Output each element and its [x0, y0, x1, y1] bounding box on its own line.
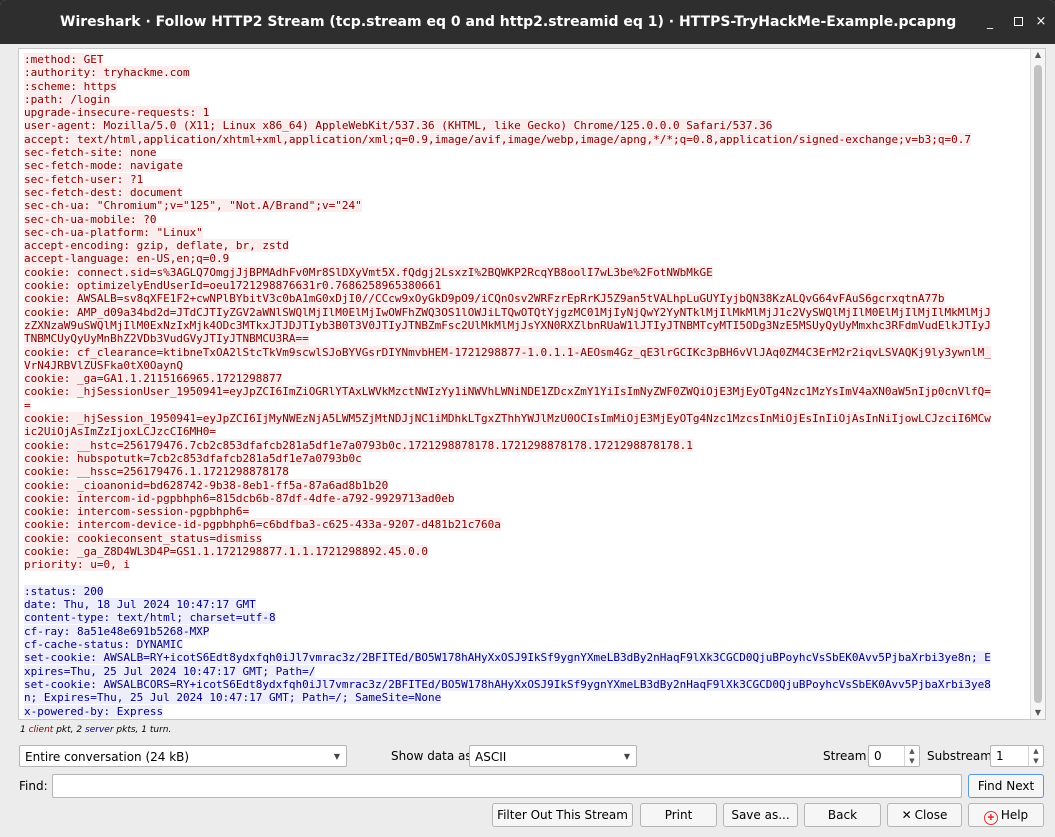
client-text-line: accept: text/html,application/xhtml+xml,…: [24, 132, 972, 146]
substream-value: 1: [996, 749, 1004, 763]
client-text-line: cookie: hubspotutk=7cb2c853dfafcb281a5df…: [24, 451, 362, 465]
server-text-line: date: Thu, 18 Jul 2024 10:47:17 GMT: [24, 598, 256, 612]
client-text-line: cookie: AMP_d09a34bd2d=JTdCJTIyZGV2aWNlS…: [24, 305, 991, 319]
client-text-line: accept-language: en-US,en;q=0.9: [24, 252, 230, 266]
server-text-line: xpires=Thu, 25 Jul 2024 10:47:17 GMT; Pa…: [24, 664, 316, 678]
close-icon: ✕: [901, 808, 912, 822]
spin-arrows-icon[interactable]: ▲ ▼: [1028, 746, 1043, 766]
client-text-line: cookie: _hjSessionUser_1950941=eyJpZCI6I…: [24, 385, 991, 399]
chevron-down-icon: ▼: [623, 752, 630, 761]
client-text-line: sec-ch-ua-mobile: ?0: [24, 212, 157, 226]
chevron-down-icon: ▼: [333, 752, 340, 761]
client-text-line: :authority: tryhackme.com: [24, 66, 190, 80]
client-count: 1: [20, 725, 26, 735]
help-button[interactable]: ✚ Help: [968, 803, 1044, 827]
print-button[interactable]: Print: [640, 803, 717, 827]
client-text-line: sec-fetch-mode: navigate: [24, 159, 183, 173]
server-text-line: n; Expires=Thu, 25 Jul 2024 10:47:17 GMT…: [24, 691, 442, 705]
close-window-icon[interactable]: ×: [1033, 14, 1049, 30]
server-count: 2: [76, 725, 83, 735]
client-text-line: cookie: intercom-session-pgpbhph6=: [24, 505, 250, 519]
close-button-label: Close: [914, 808, 948, 822]
client-text-line: cookie: _cioanonid=bd628742-9b38-8eb1-ff…: [24, 478, 389, 492]
packet-summary: 1 client pkt, 2 server pkts, 1 turn.: [20, 725, 171, 735]
server-text-line: :status: 200: [24, 584, 104, 598]
server-text-line: cf-cache-status: DYNAMIC: [24, 638, 183, 652]
follow-stream-window: Wireshark · Follow HTTP2 Stream (tcp.str…: [0, 0, 1055, 837]
stream-label: Stream: [823, 749, 867, 763]
client-text-line: :path: /login: [24, 92, 111, 106]
client-text-line: :method: GET: [24, 53, 104, 66]
stream-value: 0: [874, 749, 882, 763]
show-data-select[interactable]: ASCII ▼: [469, 745, 637, 767]
client-text-line: cookie: AWSALB=sv8qXFE1F2+cwNPlBYbitV3c0…: [24, 292, 945, 306]
client-text-line: cookie: __hstc=256179476.7cb2c853dfafcb2…: [24, 438, 693, 452]
client-text-line: sec-ch-ua: "Chromium";v="125", "Not.A/Br…: [24, 199, 362, 213]
client-text-line: cookie: _ga=GA1.1.2115166965.1721298877: [24, 372, 283, 386]
conversation-select[interactable]: Entire conversation (24 kB) ▼: [19, 745, 347, 767]
client-pkt-text: pkt,: [56, 725, 74, 735]
substream-label: Substream: [927, 749, 992, 763]
client-text-line: sec-fetch-site: none: [24, 146, 157, 160]
client-text-line: cookie: _hjSession_1950941=eyJpZCI6IjMyN…: [24, 412, 991, 426]
client-text-line: cookie: __hssc=256179476.1.1721298878178: [24, 465, 289, 479]
server-pkts-text: pkts, 1 turn.: [116, 725, 172, 735]
find-input[interactable]: [52, 774, 962, 798]
client-text-line: cookie: cf_clearance=ktibneTxOA2lStcTkVm…: [24, 345, 991, 359]
client-text-line: cookie: _ga_Z8D4WL3D4P=GS1.1.1721298877.…: [24, 544, 428, 558]
maximize-icon[interactable]: [1010, 14, 1026, 30]
client-text-line: cookie: intercom-device-id-pgpbhph6=c6bd…: [24, 518, 501, 532]
client-text-line: cookie: optimizelyEndUserId=oeu172129887…: [24, 279, 442, 293]
server-text-line: cf-ray: 8a51e48e691b5268-MXP: [24, 624, 210, 638]
client-text-line: user-agent: Mozilla/5.0 (X11; Linux x86_…: [24, 119, 773, 133]
help-button-label: Help: [1000, 808, 1029, 822]
vertical-scrollbar[interactable]: ▲ ▼: [1030, 49, 1045, 719]
server-label: server: [85, 725, 114, 735]
client-label: client: [28, 725, 54, 735]
close-button[interactable]: ✕ Close: [887, 803, 962, 827]
client-text-line: TNBMCUyQyUyMnBhZ2VDb3VudGVyJTIyJTNBMCU3R…: [24, 332, 309, 346]
stream-spinbox[interactable]: 0 ▲ ▼: [868, 745, 920, 767]
server-text-line: content-type: text/html; charset=utf-8: [24, 611, 276, 625]
find-label: Find:: [19, 779, 48, 793]
window-title: Wireshark · Follow HTTP2 Stream (tcp.str…: [60, 14, 957, 30]
minimize-icon[interactable]: _: [982, 14, 998, 30]
client-text-line: sec-fetch-dest: document: [24, 185, 183, 199]
client-text-line: accept-encoding: gzip, deflate, br, zstd: [24, 239, 289, 253]
show-data-value: ASCII: [475, 750, 507, 764]
client-text-line: :scheme: https: [24, 79, 117, 93]
turn-separator: [24, 572, 1029, 585]
server-text-line: set-cookie: AWSALBCORS=RY+icotS6Edt8ydxf…: [24, 677, 991, 691]
stream-content-pane[interactable]: :method: GET:authority: tryhackme.com:sc…: [18, 48, 1046, 720]
stream-text[interactable]: :method: GET:authority: tryhackme.com:sc…: [24, 53, 1029, 718]
back-button[interactable]: Back: [804, 803, 881, 827]
scrollbar-thumb[interactable]: [1034, 65, 1042, 703]
substream-spinbox[interactable]: 1 ▲ ▼: [990, 745, 1044, 767]
scroll-up-icon[interactable]: ▲: [1031, 49, 1045, 61]
client-text-line: upgrade-insecure-requests: 1: [24, 106, 210, 120]
server-text-line: x-powered-by: Express: [24, 704, 164, 718]
title-bar: Wireshark · Follow HTTP2 Stream (tcp.str…: [0, 0, 1055, 44]
client-text-line: VrN4JRBVlZUSFka0tX0OaynQ: [24, 358, 183, 372]
find-next-button[interactable]: Find Next: [968, 774, 1044, 798]
spin-arrows-icon[interactable]: ▲ ▼: [904, 746, 919, 766]
client-text-line: zZXNzaW9uSWQlMjIlM0ExNzIxMjk4ODc3MTkxJTJ…: [24, 318, 991, 332]
server-text-line: set-cookie: AWSALB=RY+icotS6Edt8ydxfqh0i…: [24, 651, 991, 665]
client-text-line: =: [24, 398, 31, 412]
show-data-label: Show data as: [391, 749, 472, 763]
client-text-line: sec-fetch-user: ?1: [24, 172, 144, 186]
save-as-button[interactable]: Save as...: [723, 803, 798, 827]
client-text-line: sec-ch-ua-platform: "Linux": [24, 225, 203, 239]
client-text-line: ic2UiOjAsImZzIjoxLCJzcCI6MH0=: [24, 425, 217, 439]
scroll-down-icon[interactable]: ▼: [1031, 707, 1045, 719]
client-text-line: cookie: intercom-id-pgpbhph6=815dcb6b-87…: [24, 491, 455, 505]
client-text-line: priority: u=0, i: [24, 558, 130, 572]
client-text-line: cookie: connect.sid=s%3AGLQ7OmgjJjBPMAdh…: [24, 265, 713, 279]
conversation-value: Entire conversation (24 kB): [25, 750, 190, 764]
help-icon: ✚: [983, 811, 998, 825]
client-text-line: cookie: cookieconsent_status=dismiss: [24, 531, 263, 545]
filter-out-stream-button[interactable]: Filter Out This Stream: [492, 803, 633, 827]
